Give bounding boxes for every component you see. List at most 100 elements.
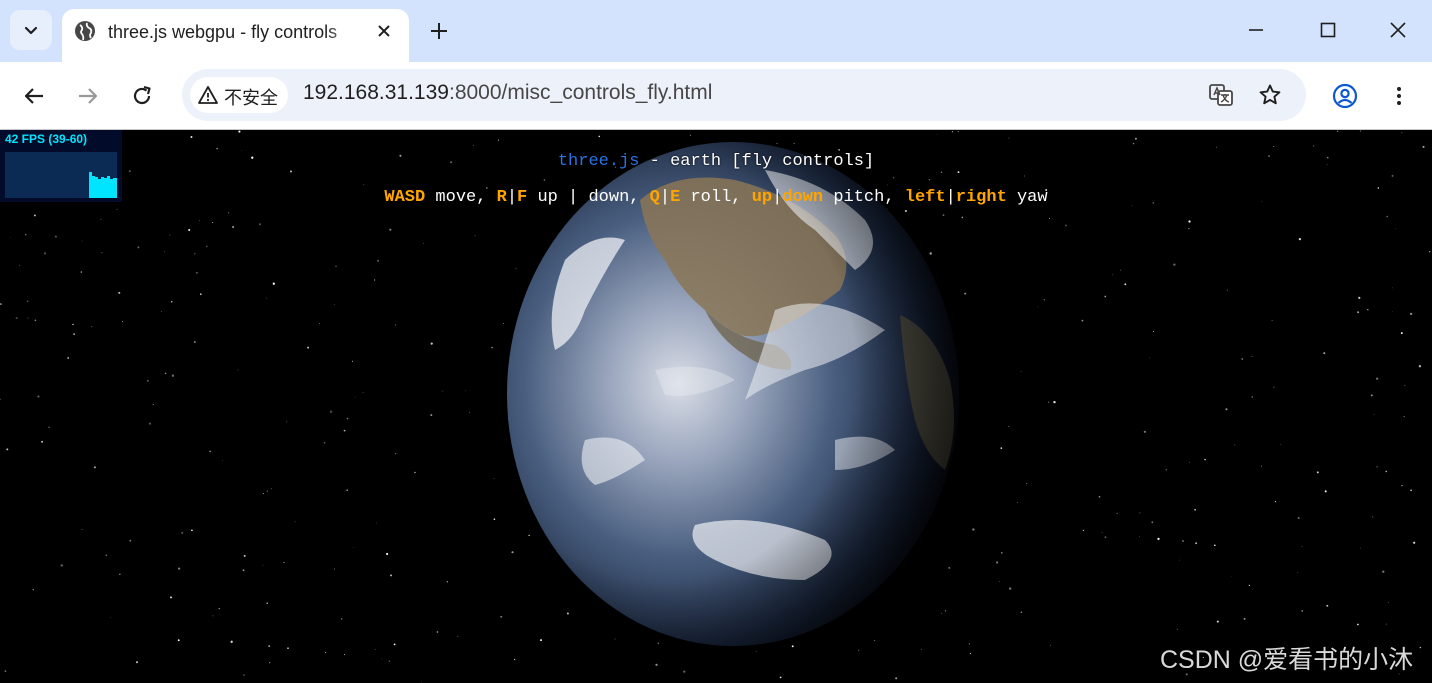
- star: [24, 233, 27, 236]
- star: [362, 391, 364, 393]
- star: [100, 218, 102, 220]
- star: [500, 615, 503, 618]
- star: [1360, 547, 1361, 549]
- threejs-link[interactable]: three.js: [558, 152, 640, 171]
- star: [381, 658, 383, 660]
- webgpu-canvas[interactable]: 42 FPS (39-60) three.js - earth [fly con…: [0, 130, 1432, 683]
- maximize-button[interactable]: [1314, 16, 1342, 44]
- forward-button[interactable]: [71, 79, 105, 113]
- star: [1409, 312, 1413, 316]
- minimize-button[interactable]: [1242, 16, 1270, 44]
- minimize-icon: [1249, 29, 1263, 31]
- star: [972, 528, 975, 531]
- star: [998, 581, 1000, 582]
- back-button[interactable]: [17, 79, 51, 113]
- star: [1401, 484, 1403, 487]
- star: [199, 220, 200, 221]
- star-icon: [1259, 84, 1281, 105]
- star: [690, 134, 691, 136]
- star: [335, 265, 337, 267]
- window-close-button[interactable]: [1384, 16, 1412, 44]
- star: [969, 652, 971, 655]
- star: [334, 303, 336, 305]
- star: [199, 293, 202, 296]
- star: [1372, 516, 1374, 518]
- star: [1008, 587, 1012, 590]
- star: [1323, 352, 1326, 355]
- star: [270, 488, 272, 490]
- star: [1358, 296, 1361, 299]
- star: [193, 340, 196, 344]
- star: [137, 246, 140, 249]
- star: [41, 440, 44, 443]
- arrow-right-icon: [79, 88, 98, 104]
- star: [262, 564, 264, 566]
- star: [122, 321, 124, 322]
- star: [1008, 426, 1010, 427]
- url-host: 192.168.31.139: [303, 81, 449, 104]
- star: [1120, 269, 1122, 271]
- star: [1176, 628, 1178, 630]
- star: [194, 253, 196, 255]
- tab-title: three.js webgpu - fly controls: [108, 22, 338, 42]
- star: [1251, 356, 1253, 357]
- star: [212, 222, 214, 224]
- close-icon: [1390, 22, 1406, 38]
- star: [1024, 175, 1025, 177]
- new-tab-button[interactable]: [426, 18, 452, 44]
- profile-button[interactable]: [1328, 79, 1362, 113]
- menu-button[interactable]: [1382, 79, 1416, 113]
- star: [683, 670, 686, 673]
- star: [1000, 447, 1003, 449]
- star: [430, 414, 433, 417]
- close-tab-button[interactable]: [373, 20, 395, 42]
- star: [1248, 584, 1250, 587]
- star: [436, 631, 439, 633]
- info-title: three.js - earth [fly controls]: [0, 152, 1432, 171]
- address-bar[interactable]: 不安全 192.168.31.139:8000/misc_controls_fl…: [182, 69, 1306, 121]
- controls-help: WASD move, R|F up | down, Q|E roll, up|d…: [0, 188, 1432, 207]
- star: [152, 403, 155, 406]
- star: [1098, 496, 1101, 498]
- star: [1401, 132, 1403, 134]
- star: [48, 426, 50, 429]
- reload-icon: [133, 85, 151, 105]
- star: [243, 554, 246, 557]
- star: [169, 596, 173, 599]
- account-icon: [1332, 83, 1358, 109]
- url-text[interactable]: 192.168.31.139:8000/misc_controls_fly.ht…: [303, 81, 712, 105]
- arrow-left-icon: [24, 88, 43, 104]
- security-chip[interactable]: 不安全: [190, 77, 288, 113]
- bookmark-button[interactable]: [1257, 82, 1283, 108]
- star: [1357, 311, 1360, 314]
- star: [177, 639, 180, 642]
- star: [4, 670, 7, 672]
- tab-search-button[interactable]: [10, 10, 52, 50]
- star: [191, 529, 193, 532]
- star: [1404, 385, 1406, 386]
- star: [1234, 444, 1236, 446]
- star: [188, 228, 191, 232]
- star: [389, 228, 392, 231]
- star: [72, 323, 74, 326]
- reload-button[interactable]: [125, 79, 159, 113]
- control-key: up: [751, 188, 773, 207]
- star: [921, 648, 922, 650]
- star: [1422, 145, 1425, 148]
- star: [0, 398, 1, 401]
- star: [1020, 370, 1022, 373]
- star: [1157, 537, 1160, 541]
- star: [169, 234, 171, 236]
- star: [1385, 623, 1387, 625]
- control-text: |: [506, 188, 518, 207]
- star: [1297, 572, 1299, 574]
- active-tab[interactable]: three.js webgpu - fly controls: [62, 9, 409, 62]
- star: [1139, 512, 1141, 514]
- star: [996, 561, 999, 564]
- more-vert-icon: [1397, 87, 1401, 105]
- star: [858, 649, 860, 651]
- translate-button[interactable]: [1208, 82, 1234, 108]
- star: [961, 216, 964, 219]
- control-text: |: [659, 188, 671, 207]
- star: [964, 292, 967, 295]
